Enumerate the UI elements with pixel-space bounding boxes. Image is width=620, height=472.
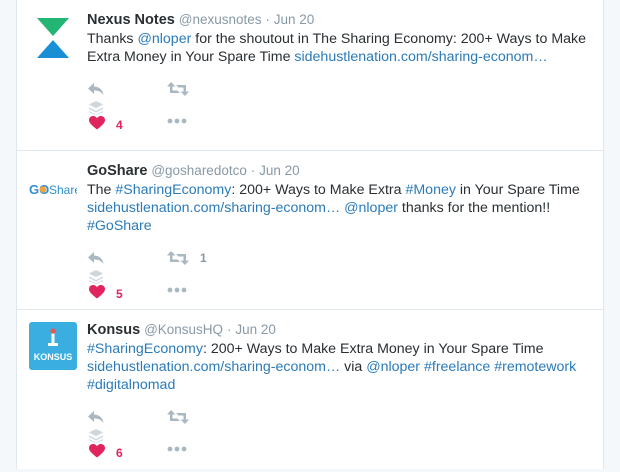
tweet[interactable]: GO Share GoShare @gosharedotco · Jun 20 … <box>17 151 603 310</box>
tweet-feed: Nexus Notes @nexusnotes · Jun 20 Thanks … <box>16 0 604 469</box>
tweet-text-segment: The <box>87 182 116 198</box>
hashtag-link[interactable]: #GoShare <box>87 218 152 234</box>
tweet-actions: 1 5 <box>87 243 593 313</box>
handle[interactable]: @gosharedotco <box>151 163 247 178</box>
goshare-logo-share: Share <box>49 183 77 197</box>
konsus-logo: KONSUS <box>29 322 77 370</box>
hashtag-link[interactable]: #digitalnomad <box>87 377 175 393</box>
url-link[interactable]: sidehustlenation.com/sharing-econom… <box>87 359 340 375</box>
stack-icon[interactable] <box>89 270 103 284</box>
url-link[interactable]: sidehustlenation.com/sharing-econom… <box>87 200 340 216</box>
tweet[interactable]: KONSUS Konsus @KonsusHQ · Jun 20 #Sharin… <box>17 310 603 469</box>
reply-icon[interactable] <box>87 251 105 265</box>
nexus-logo <box>37 18 69 58</box>
heart-icon[interactable] <box>89 116 105 130</box>
timestamp[interactable]: Jun 20 <box>235 322 276 337</box>
tweet-text-segment: : 200+ Ways to Make Extra Money in Your … <box>202 341 544 357</box>
hashtag-link[interactable]: #Money <box>405 182 455 198</box>
separator: · <box>265 12 270 27</box>
goshare-logo: GO Share <box>29 182 77 197</box>
stack-icon[interactable] <box>89 101 103 115</box>
like-count: 5 <box>116 287 123 301</box>
stack-icon[interactable] <box>89 429 103 443</box>
hashtag-link[interactable]: #remotework <box>494 359 576 375</box>
tweet-actions: 6 <box>87 402 593 472</box>
hashtag-link[interactable]: #freelance <box>424 359 490 375</box>
reply-icon[interactable] <box>87 410 105 424</box>
handle[interactable]: @KonsusHQ <box>144 322 223 337</box>
tweet-text: Thanks @nloper for the shoutout in The S… <box>87 30 593 66</box>
mention-link[interactable]: @nloper <box>137 31 191 47</box>
timestamp[interactable]: Jun 20 <box>274 12 315 27</box>
tweet-text: #SharingEconomy: 200+ Ways to Make Extra… <box>87 340 593 394</box>
tweet-text-segment: thanks for the mention!! <box>397 200 551 216</box>
tweet-actions: 4 <box>87 74 593 144</box>
more-icon[interactable] <box>167 118 187 124</box>
tweet-text-segment: Thanks <box>87 31 138 47</box>
reply-icon[interactable] <box>87 82 105 96</box>
display-name[interactable]: GoShare <box>87 163 147 179</box>
display-name[interactable]: Konsus <box>87 322 140 338</box>
heart-icon[interactable] <box>89 444 105 458</box>
tweet[interactable]: Nexus Notes @nexusnotes · Jun 20 Thanks … <box>17 0 603 151</box>
url-link[interactable]: sidehustlenation.com/sharing-econom… <box>294 49 547 65</box>
tweet-text-segment: : 200+ Ways to Make Extra <box>231 182 406 198</box>
timestamp[interactable]: Jun 20 <box>259 163 300 178</box>
konsus-logo-text: KONSUS <box>34 352 73 362</box>
retweet-icon[interactable] <box>167 410 189 424</box>
heart-icon[interactable] <box>89 285 105 299</box>
mention-link[interactable]: @nloper <box>344 200 398 216</box>
tweet-header: Konsus @KonsusHQ · Jun 20 <box>87 320 593 339</box>
like-count: 6 <box>116 446 123 460</box>
retweet-icon[interactable] <box>167 82 189 96</box>
retweet-count: 1 <box>200 251 207 265</box>
tweet-text-segment: via <box>340 359 367 375</box>
tweet-header: GoShare @gosharedotco · Jun 20 <box>87 161 593 180</box>
hashtag-link[interactable]: #SharingEconomy <box>87 341 203 357</box>
avatar-goshare[interactable]: GO Share <box>29 165 77 213</box>
separator: · <box>250 163 256 178</box>
hashtag-link[interactable]: #SharingEconomy <box>115 182 231 198</box>
tweet-text: The #SharingEconomy: 200+ Ways to Make E… <box>87 181 593 235</box>
mention-link[interactable]: @nloper <box>366 359 420 375</box>
handle[interactable]: @nexusnotes <box>179 12 262 27</box>
like-count: 4 <box>116 118 123 132</box>
more-icon[interactable] <box>167 446 187 452</box>
more-icon[interactable] <box>167 287 187 293</box>
retweet-icon[interactable] <box>167 251 189 265</box>
avatar-nexus-notes[interactable] <box>29 14 77 62</box>
separator: · <box>226 322 232 337</box>
tweet-text-segment: in Your Spare Time <box>455 182 580 198</box>
tweet-header: Nexus Notes @nexusnotes · Jun 20 <box>87 10 593 29</box>
display-name[interactable]: Nexus Notes <box>87 12 175 28</box>
avatar-konsus[interactable]: KONSUS <box>29 322 77 370</box>
